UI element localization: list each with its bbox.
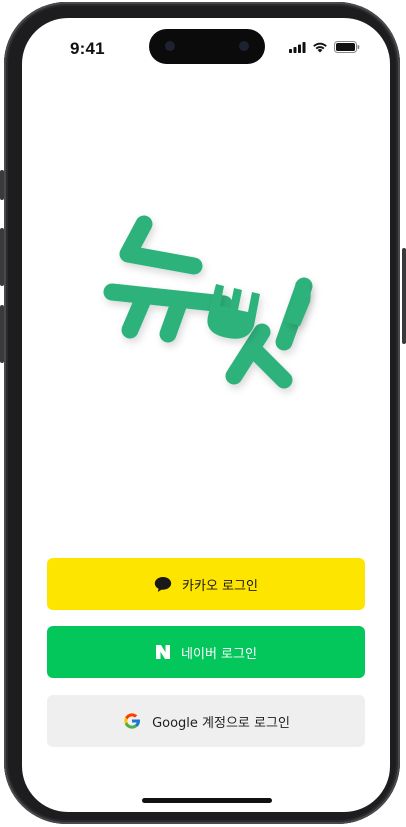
dynamic-island [149,29,265,64]
sensor-icon [239,41,249,51]
kakao-talk-bubble-icon [154,576,172,592]
power-button [402,248,406,344]
camera-icon [165,41,175,51]
wifi-icon [313,42,327,53]
home-indicator[interactable] [142,798,272,803]
kakao-login-button[interactable]: 카카오 로그인 [47,558,365,610]
phone-frame: 9:41 카카오 로그인 네이버 로그인 Google 계정으로 로그인 [4,2,400,824]
status-time: 9:41 [70,39,105,58]
naver-login-button[interactable]: 네이버 로그인 [47,626,365,678]
nyu-bap-logo [103,215,313,389]
naver-login-label: 네이버 로그인 [181,646,257,662]
status-icons [289,41,360,53]
google-login-label: Google 계정으로 로그인 [152,715,290,731]
kakao-login-label: 카카오 로그인 [182,578,258,594]
naver-n-icon [156,645,171,659]
cellular-signal-icon [289,41,306,53]
battery-icon [334,41,360,53]
google-login-button[interactable]: Google 계정으로 로그인 [47,695,365,747]
page: 9:41 카카오 로그인 네이버 로그인 Google 계정으로 로그인 [0,0,406,827]
google-g-icon [124,713,141,729]
screen: 9:41 카카오 로그인 네이버 로그인 Google 계정으로 로그인 [22,18,390,812]
